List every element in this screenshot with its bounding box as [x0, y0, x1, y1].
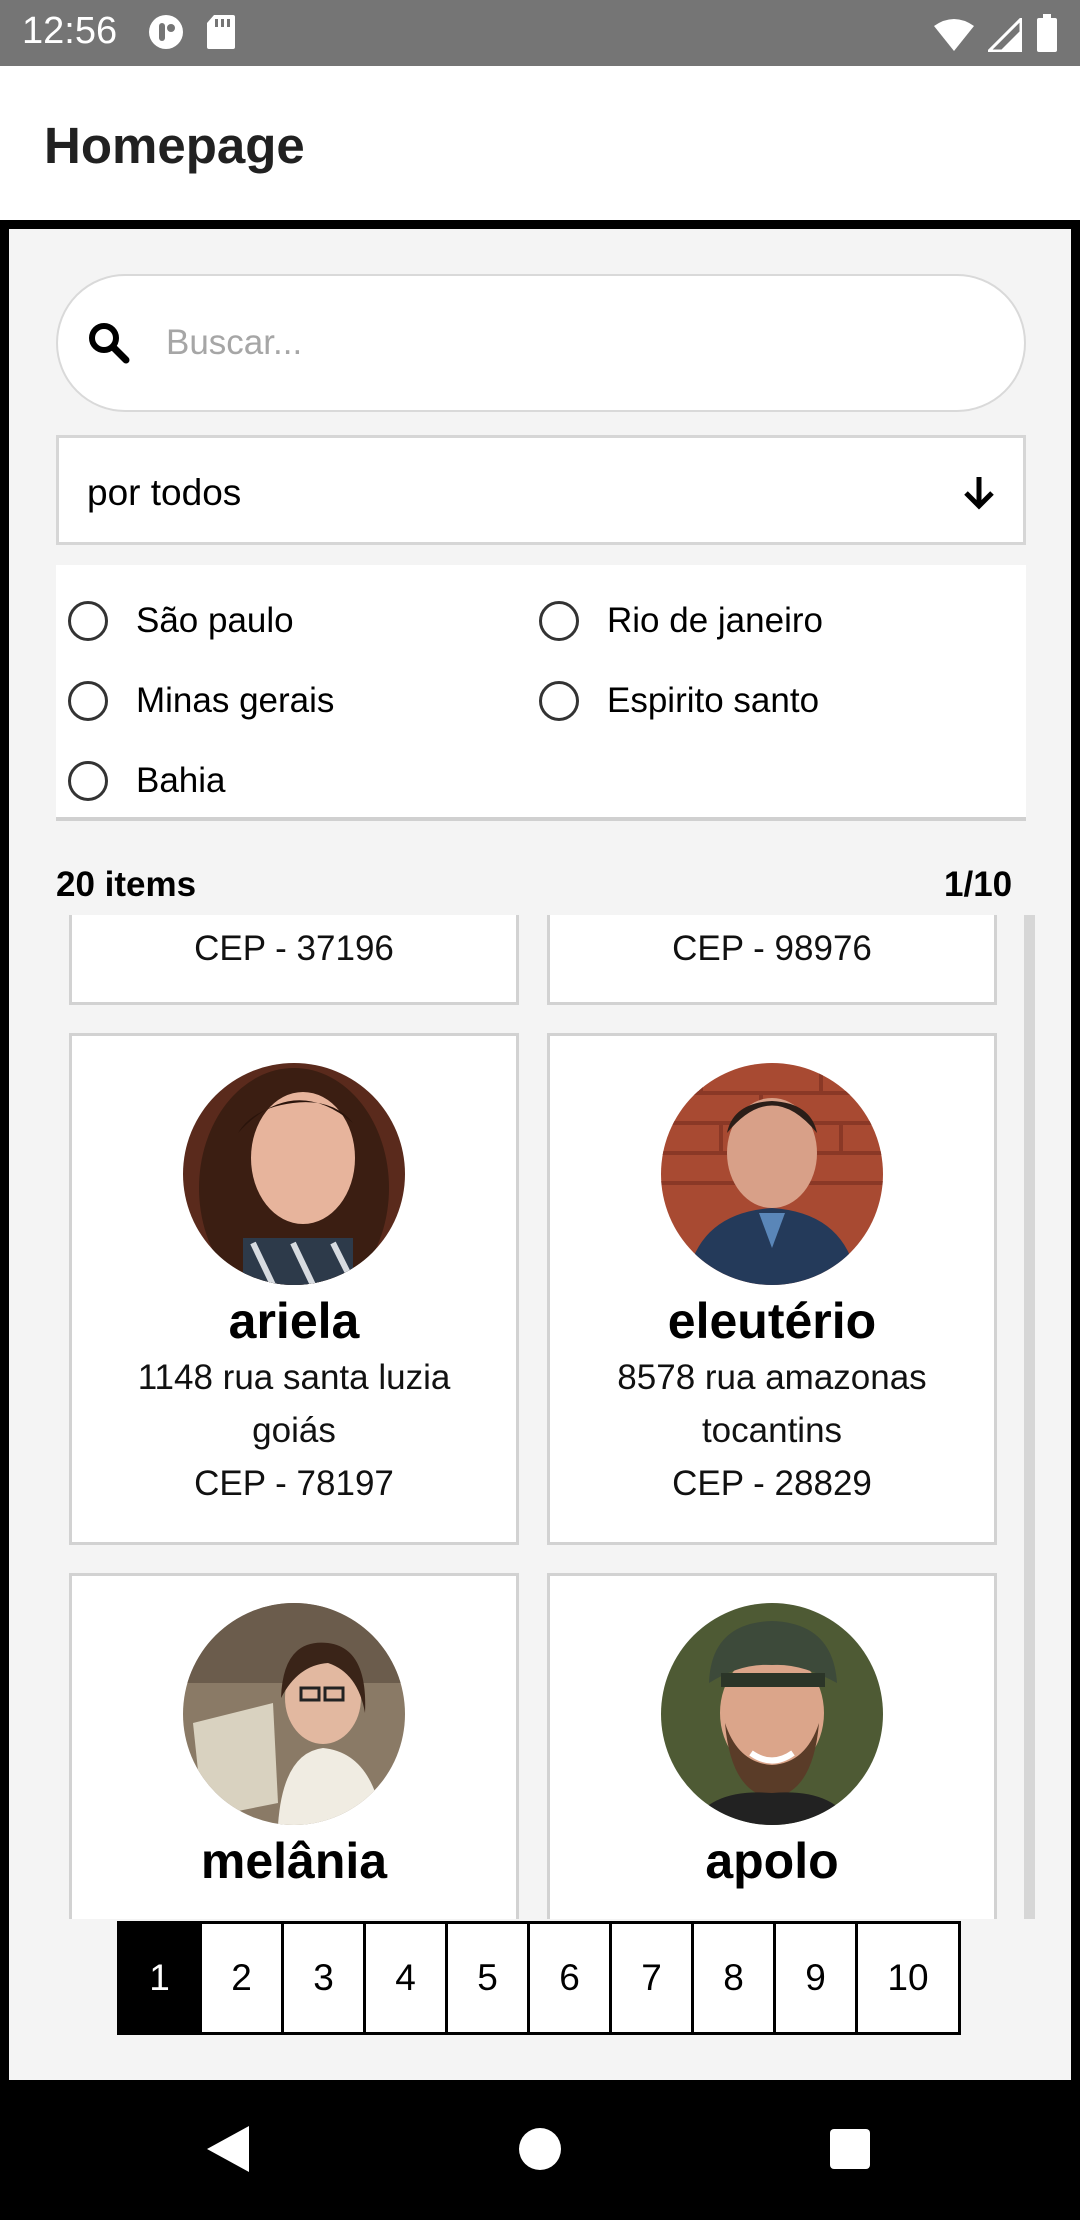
search-input[interactable]: [166, 306, 986, 380]
page-button-7[interactable]: 7: [612, 1924, 694, 2032]
contact-card[interactable]: CEP - 98976: [547, 915, 997, 1005]
contact-card[interactable]: melânia: [69, 1573, 519, 1919]
search-icon: [89, 323, 130, 364]
radio-label: Bahia: [136, 761, 226, 800]
page-button-3[interactable]: 3: [284, 1924, 366, 2032]
card-street: 1148 rua santa luzia: [137, 1358, 451, 1397]
avatar: [183, 1063, 405, 1285]
contact-card[interactable]: CEP - 37196: [69, 915, 519, 1005]
avatar: [183, 1603, 405, 1825]
filter-selected-value: por todos: [87, 472, 242, 513]
avatar: [661, 1603, 883, 1825]
page-button-5[interactable]: 5: [448, 1924, 530, 2032]
radio-rio-de-janeiro[interactable]: Rio de janeiro: [539, 601, 823, 641]
card-state: tocantins: [701, 1411, 843, 1450]
arrow-down-icon: [964, 477, 994, 510]
radio-label: Minas gerais: [136, 681, 335, 720]
page-title: Homepage: [44, 117, 305, 174]
contact-card[interactable]: ariela 1148 rua santa luzia goiás CEP - …: [69, 1033, 519, 1545]
card-name: apolo: [705, 1833, 839, 1889]
radio-button[interactable]: [539, 601, 579, 641]
page-button-8[interactable]: 8: [694, 1924, 776, 2032]
radio-label: São paulo: [136, 601, 294, 640]
card-street: 8578 rua amazonas: [617, 1358, 927, 1397]
radio-button[interactable]: [68, 681, 108, 721]
radio-bahia[interactable]: Bahia: [68, 761, 226, 801]
filter-dropdown[interactable]: por todos: [56, 435, 1026, 545]
page-button-9[interactable]: 9: [776, 1924, 858, 2032]
battery-icon: [1037, 14, 1057, 52]
wifi-icon: [934, 19, 974, 51]
contact-card[interactable]: eleutério 8578 rua amazonas tocantins CE…: [547, 1033, 997, 1545]
home-icon[interactable]: [518, 2124, 562, 2174]
items-count: 20 items: [56, 865, 197, 904]
radio-button[interactable]: [68, 761, 108, 801]
page-button-10[interactable]: 10: [858, 1924, 958, 2032]
page-button-6[interactable]: 6: [530, 1924, 612, 2032]
status-time: 12:56: [22, 10, 118, 52]
radio-button[interactable]: [539, 681, 579, 721]
status-bar: 12:56: [0, 0, 1080, 66]
page-indicator: 1/10: [944, 865, 1013, 904]
page-button-4[interactable]: 4: [366, 1924, 448, 2032]
radio-button[interactable]: [68, 601, 108, 641]
radio-sao-paulo[interactable]: São paulo: [68, 601, 294, 641]
recents-icon[interactable]: [828, 2124, 872, 2174]
system-status-icons: [934, 14, 1058, 52]
card-name: eleutério: [667, 1293, 877, 1349]
contacts-grid[interactable]: CEP - 37196 CEP - 98976 ariela 1148 rua …: [56, 915, 1035, 1919]
card-name: ariela: [228, 1293, 360, 1349]
card-cep: CEP - 78197: [194, 1464, 394, 1503]
avatar: [661, 1063, 883, 1285]
sd-card-icon: [207, 15, 235, 49]
back-icon[interactable]: [205, 2124, 251, 2174]
card-cep: CEP - 98976: [672, 929, 872, 968]
contact-card[interactable]: apolo: [547, 1573, 997, 1919]
radio-minas-gerais[interactable]: Minas gerais: [68, 681, 334, 721]
card-name: melânia: [200, 1833, 388, 1889]
search-bar[interactable]: [56, 274, 1026, 412]
radio-espirito-santo[interactable]: Espirito santo: [539, 681, 819, 721]
state-radio-group: São paulo Rio de janeiro Minas gerais Es…: [56, 565, 1026, 821]
radio-label: Espirito santo: [607, 681, 820, 720]
signal-icon: [988, 18, 1022, 52]
card-state: goiás: [252, 1411, 336, 1450]
scrollbar[interactable]: [1024, 915, 1035, 1919]
page-button-1[interactable]: 1: [120, 1924, 202, 2032]
radio-label: Rio de janeiro: [607, 601, 823, 640]
card-cep: CEP - 28829: [672, 1464, 872, 1503]
app-notification-icon: [149, 15, 183, 49]
card-cep: CEP - 37196: [194, 929, 394, 968]
app-bar: Homepage: [0, 66, 1080, 220]
scrollbar-thumb[interactable]: [1024, 915, 1035, 1919]
main-content: por todos São paulo Rio de janeiro Minas…: [0, 220, 1080, 2080]
system-navigation-bar: [0, 2080, 1080, 2220]
pagination: 1 2 3 4 5 6 7 8 9 10: [117, 1921, 961, 2035]
notification-icons: [148, 14, 236, 50]
page-button-2[interactable]: 2: [202, 1924, 284, 2032]
